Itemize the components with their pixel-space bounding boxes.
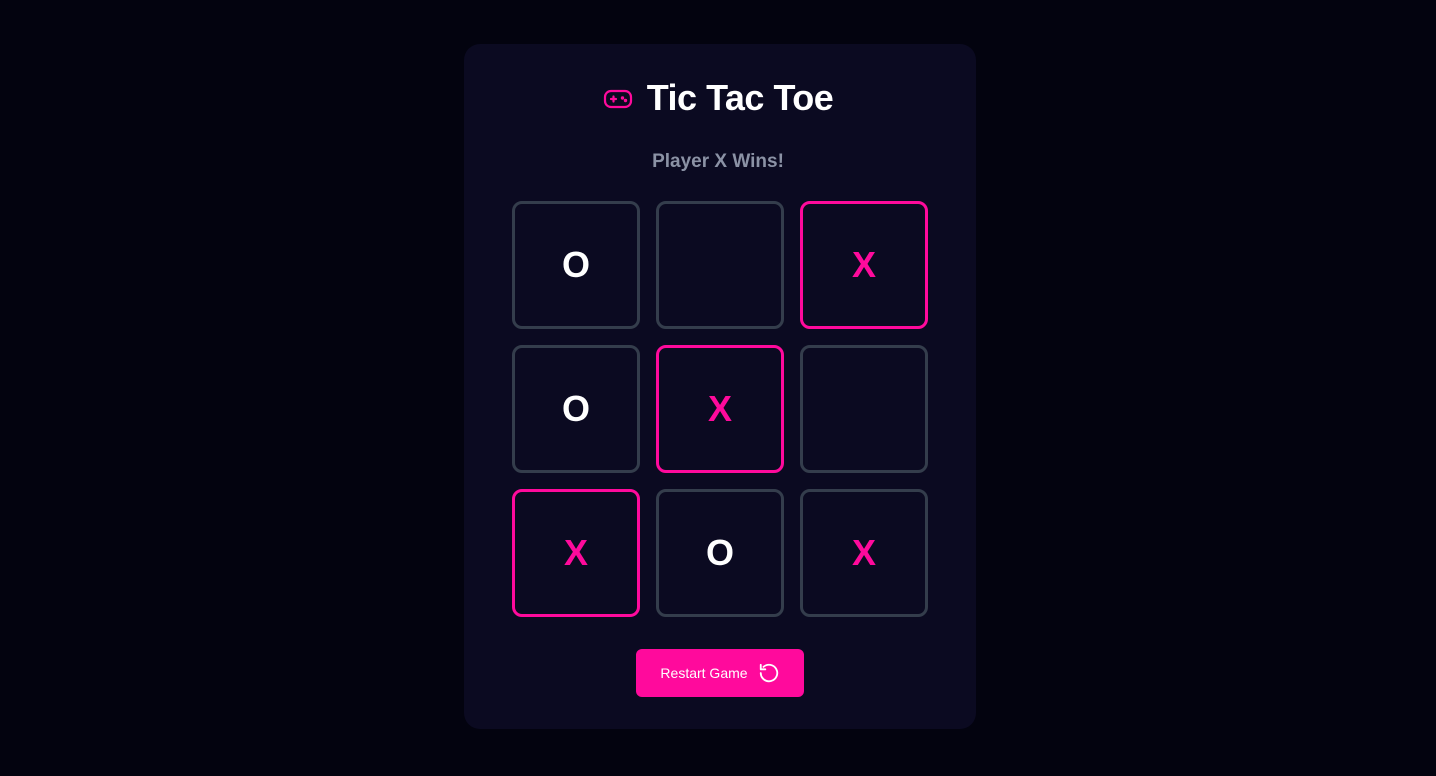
board-cell-7[interactable]: X (512, 489, 640, 617)
gamepad-icon (603, 89, 632, 109)
board-cell-8[interactable]: O (656, 489, 784, 617)
restart-button-label: Restart Game (660, 665, 748, 681)
board-cell-5[interactable]: X (656, 345, 784, 473)
restart-icon (759, 663, 778, 683)
page-title: Tic Tac Toe (646, 77, 834, 118)
header: Tic Tac Toe (0, 76, 1436, 120)
board-cell-9[interactable]: X (800, 489, 928, 617)
board-cell-1[interactable]: O (512, 201, 640, 329)
board-cell-3[interactable]: X (800, 201, 928, 329)
board-cell-6[interactable] (800, 345, 928, 473)
restart-game-button[interactable]: Restart Game (636, 649, 804, 697)
game-status: Player X Wins! (652, 151, 784, 172)
page: Tic Tac Toe Player X Wins! O X O X X O X… (0, 0, 1436, 776)
game-board: O X O X X O X (512, 201, 928, 617)
board-cell-4[interactable]: O (512, 345, 640, 473)
board-cell-2[interactable] (656, 201, 784, 329)
